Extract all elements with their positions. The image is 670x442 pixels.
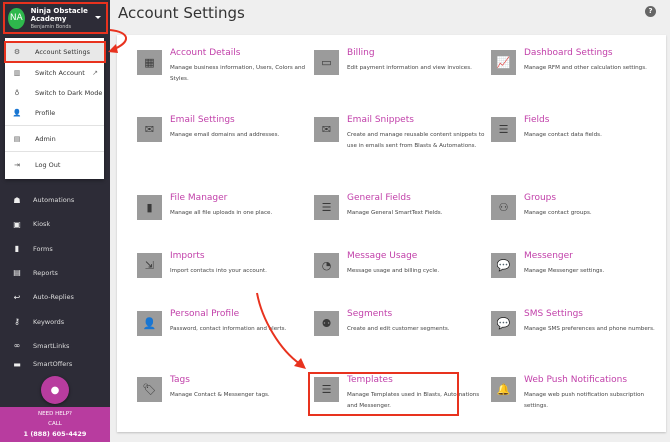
annotation-arrows: [108, 29, 306, 369]
